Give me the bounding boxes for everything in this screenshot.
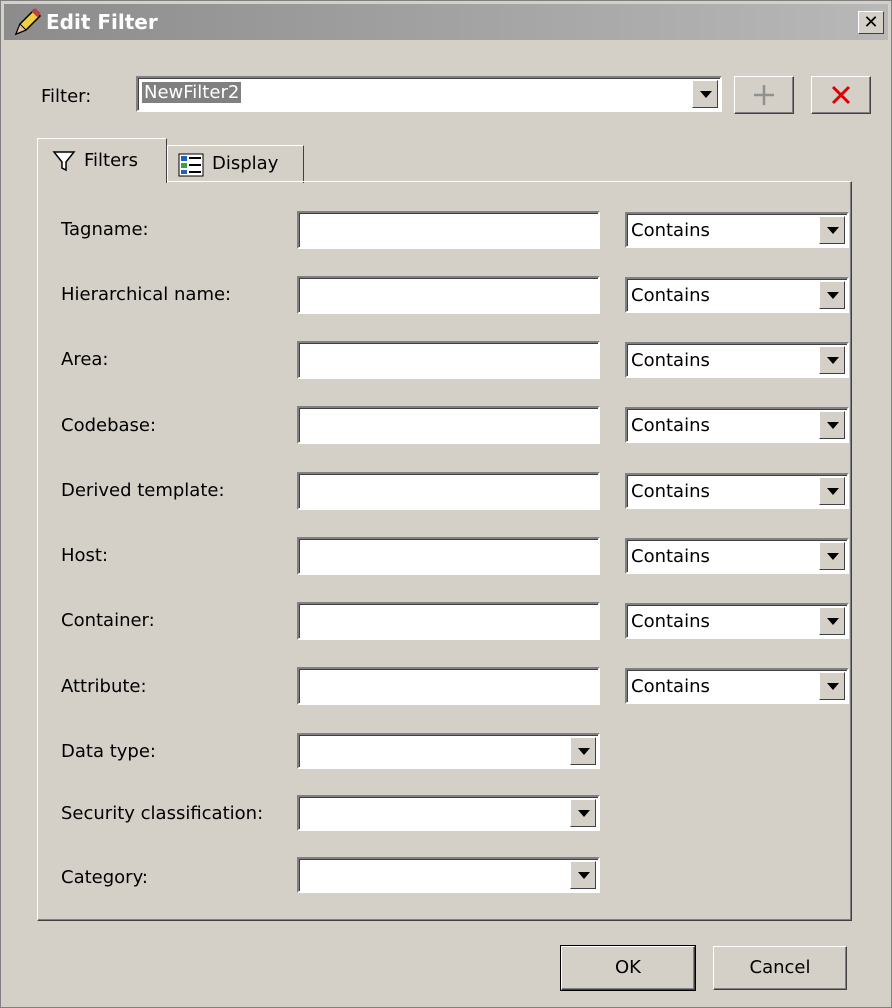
attribute-op-value: Contains <box>631 676 710 697</box>
host-input[interactable] <box>297 537 600 575</box>
filter-label: Filter: <box>41 86 92 107</box>
plus-icon <box>754 85 774 105</box>
filter-combo-value: NewFilter2 <box>142 82 242 103</box>
tagname-input[interactable] <box>297 211 600 249</box>
tagname-label: Tagname: <box>61 219 149 240</box>
chevron-down-icon[interactable] <box>692 80 718 108</box>
host-label: Host: <box>61 545 109 566</box>
derived-template-op-value: Contains <box>631 481 710 502</box>
chevron-down-icon[interactable] <box>819 542 845 570</box>
container-input[interactable] <box>297 602 600 640</box>
tab-display-label: Display <box>212 153 279 174</box>
window-title: Edit Filter <box>46 10 158 34</box>
tab-display[interactable]: Display <box>167 145 304 183</box>
chevron-down-icon[interactable] <box>819 411 845 439</box>
tab-filters-label: Filters <box>84 150 138 171</box>
host-op-select[interactable]: Contains <box>625 538 849 574</box>
attribute-op-select[interactable]: Contains <box>625 668 849 704</box>
codebase-input[interactable] <box>297 406 600 444</box>
host-op-value: Contains <box>631 546 710 567</box>
attribute-input[interactable] <box>297 667 600 705</box>
hierarchical-name-input[interactable] <box>297 276 600 314</box>
category-select[interactable] <box>297 857 600 893</box>
filter-combo[interactable]: NewFilter2 <box>136 76 722 112</box>
area-label: Area: <box>61 349 109 370</box>
container-op-select[interactable]: Contains <box>625 603 849 639</box>
derived-template-input[interactable] <box>297 472 600 510</box>
cancel-button[interactable]: Cancel <box>713 946 847 990</box>
area-input[interactable] <box>297 341 600 379</box>
chevron-down-icon[interactable] <box>570 799 596 827</box>
hierarchical-name-op-select[interactable]: Contains <box>625 277 849 313</box>
data-type-select[interactable] <box>297 733 600 769</box>
security-classification-label: Security classification: <box>61 803 264 824</box>
container-op-value: Contains <box>631 611 710 632</box>
hierarchical-name-op-value: Contains <box>631 285 710 306</box>
derived-template-label: Derived template: <box>61 480 225 501</box>
close-button[interactable]: ✕ <box>858 11 884 34</box>
category-label: Category: <box>61 867 148 888</box>
title-bar: Edit Filter ✕ <box>4 4 888 40</box>
area-op-select[interactable]: Contains <box>625 342 849 378</box>
ok-button[interactable]: OK <box>560 945 696 991</box>
chevron-down-icon[interactable] <box>819 477 845 505</box>
area-op-value: Contains <box>631 350 710 371</box>
edit-pencil-icon <box>14 8 42 36</box>
chevron-down-icon[interactable] <box>570 861 596 889</box>
codebase-label: Codebase: <box>61 415 157 436</box>
add-filter-button[interactable] <box>734 76 794 114</box>
chevron-down-icon[interactable] <box>819 216 845 244</box>
derived-template-op-select[interactable]: Contains <box>625 473 849 509</box>
funnel-icon <box>52 151 76 172</box>
security-classification-select[interactable] <box>297 795 600 831</box>
hierarchical-name-label: Hierarchical name: <box>61 284 232 305</box>
tagname-op-select[interactable]: Contains <box>625 212 849 248</box>
container-label: Container: <box>61 610 155 631</box>
chevron-down-icon[interactable] <box>819 281 845 309</box>
delete-x-icon <box>831 85 851 105</box>
data-type-label: Data type: <box>61 741 156 762</box>
chevron-down-icon[interactable] <box>819 672 845 700</box>
codebase-op-value: Contains <box>631 415 710 436</box>
chevron-down-icon[interactable] <box>819 607 845 635</box>
tab-filters[interactable]: Filters <box>37 138 167 183</box>
chevron-down-icon[interactable] <box>570 737 596 765</box>
delete-filter-button[interactable] <box>811 76 871 114</box>
codebase-op-select[interactable]: Contains <box>625 407 849 443</box>
chevron-down-icon[interactable] <box>819 346 845 374</box>
attribute-label: Attribute: <box>61 676 147 697</box>
tagname-op-value: Contains <box>631 220 710 241</box>
edit-filter-dialog: Edit Filter ✕ Filter: NewFilter2 Filters… <box>0 0 892 1008</box>
display-grid-icon <box>178 153 204 177</box>
